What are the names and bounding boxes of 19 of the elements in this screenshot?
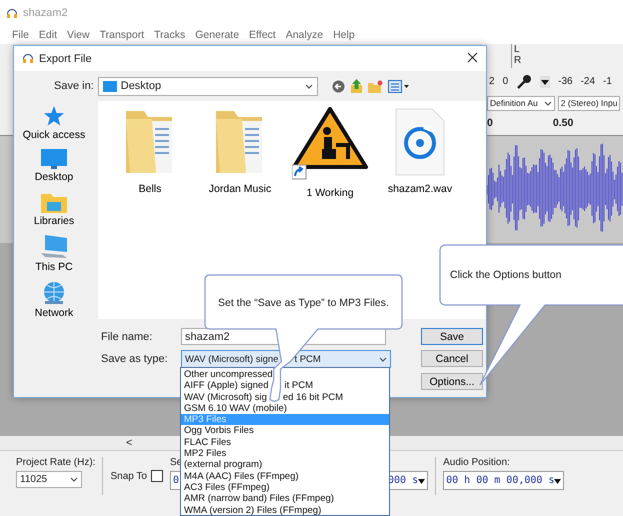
callout-text: Click the Options button bbox=[450, 269, 562, 281]
field-label: Project Rate (Hz): bbox=[16, 457, 96, 468]
field-label: Snap To bbox=[110, 470, 147, 482]
ruler-label: 0.50 bbox=[552, 117, 574, 129]
meter-tick: -36 bbox=[558, 76, 573, 87]
channel-label: L bbox=[514, 44, 521, 55]
dialog-title: Export File bbox=[39, 52, 92, 64]
field-label: Save in: bbox=[54, 80, 94, 92]
app-title: shazam2 bbox=[23, 7, 68, 19]
field-label: Save as type: bbox=[101, 352, 169, 367]
channel-label: R bbox=[514, 55, 522, 66]
callout-text: Set the “Save as Type” to MP3 Files. bbox=[218, 297, 389, 309]
meter-tick: -1 bbox=[603, 76, 612, 87]
meter-tick: -24 bbox=[580, 76, 596, 87]
meter-tick: 2 bbox=[489, 76, 495, 87]
field-label: File name: bbox=[101, 330, 154, 344]
meter-tick: 0 bbox=[502, 76, 508, 87]
field-label: Audio Position: bbox=[443, 457, 511, 468]
ruler-label: 0 bbox=[487, 117, 493, 129]
